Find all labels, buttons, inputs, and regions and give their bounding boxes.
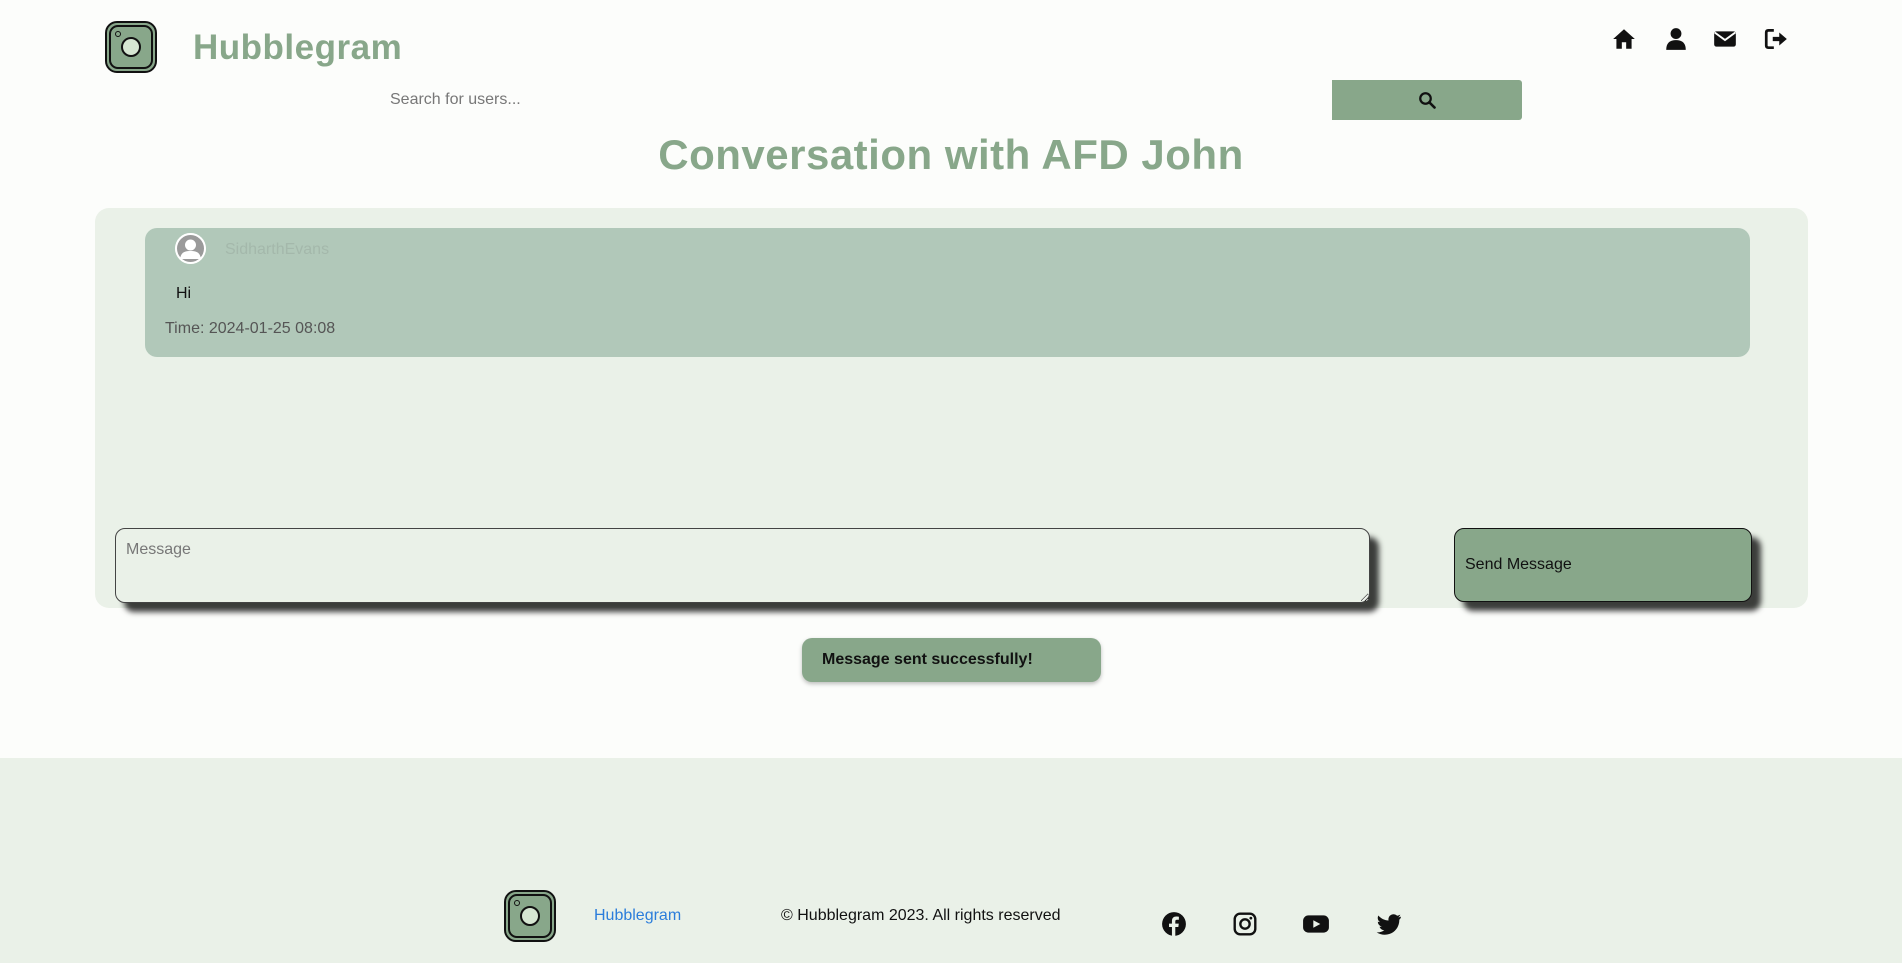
footer-logo-icon[interactable] [504,890,556,942]
copyright-text: © Hubblegram 2023. All rights reserved [781,907,1061,924]
brand-title: Hubblegram [193,28,403,67]
message-text: Hi [176,285,192,302]
footer-brand-link[interactable]: Hubblegram [594,907,681,925]
search-input[interactable] [378,80,1332,120]
logo-icon[interactable] [105,21,157,73]
twitter-icon[interactable] [1376,911,1402,937]
message-input[interactable] [115,528,1370,603]
success-toast: Message sent successfully! [802,638,1101,682]
search-icon [1419,92,1436,109]
message-card [145,228,1750,357]
facebook-icon[interactable] [1161,911,1187,937]
avatar [175,233,206,264]
sign-out-icon[interactable] [1763,26,1789,52]
search-button[interactable] [1332,80,1522,120]
footer [0,758,1902,963]
home-icon[interactable] [1611,26,1637,52]
user-icon[interactable] [1663,26,1689,52]
instagram-icon[interactable] [1232,911,1258,937]
envelope-icon[interactable] [1712,26,1738,52]
message-timestamp: Time: 2024-01-25 08:08 [165,320,336,337]
send-message-button[interactable]: Send Message [1454,528,1752,602]
page-title: Conversation with AFD John [658,131,1244,178]
youtube-icon[interactable] [1302,911,1329,937]
message-sender[interactable]: SidharthEvans [225,241,329,259]
